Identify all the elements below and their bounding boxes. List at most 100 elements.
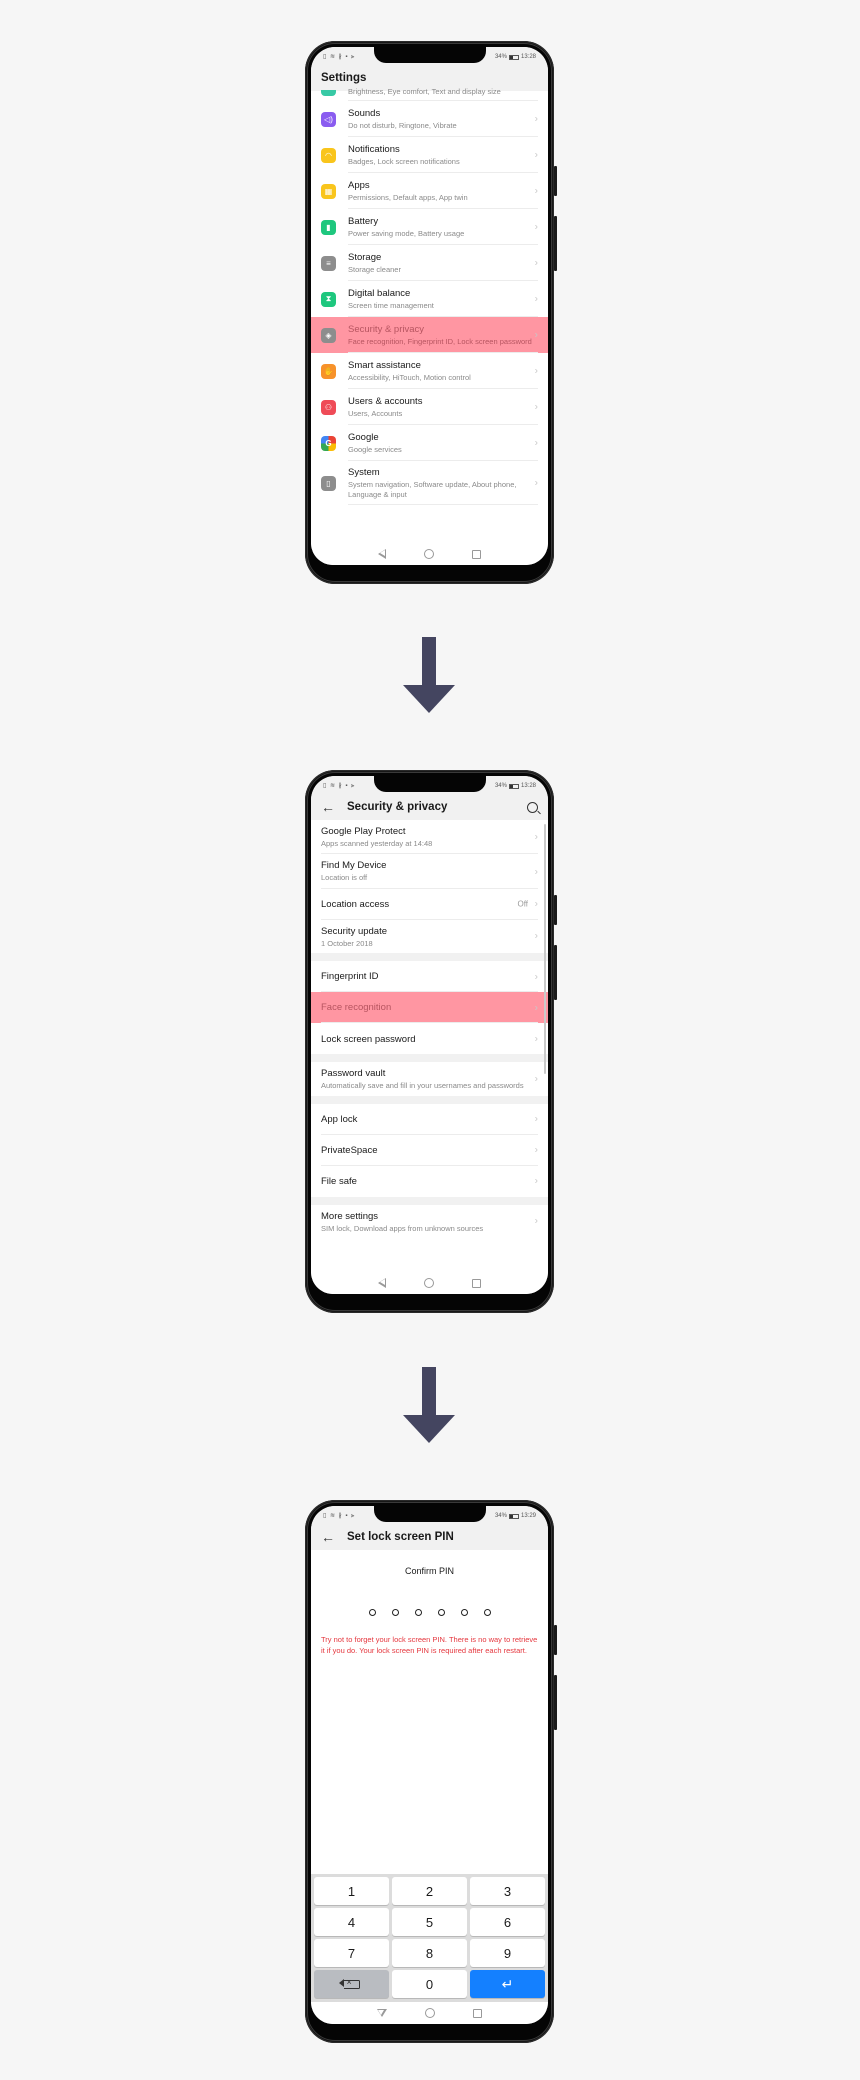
settings-item-security-privacy[interactable]: ◈ Security & privacy Face recognition, Fin… xyxy=(311,317,548,354)
key-8[interactable]: 8 xyxy=(392,1939,467,1967)
pin-dot xyxy=(391,1609,399,1616)
shield-icon: ◈ xyxy=(321,327,336,343)
settings-item-text: Security & privacy Face recognition, Fing… xyxy=(348,318,538,353)
security-item-google-play-protect[interactable]: Google Play Protect Apps scanned yesterda… xyxy=(311,820,548,855)
power-button xyxy=(554,216,557,271)
chevron-right-icon: › xyxy=(534,185,538,197)
security-item-security-update[interactable]: Security update 1 October 2018 › xyxy=(311,920,548,953)
security-item-text: File safe xyxy=(321,1166,538,1197)
security-item-file-safe[interactable]: File safe › xyxy=(311,1166,548,1197)
status-icons: ▯ ≋ ∦ ▪ ⪢ xyxy=(323,783,356,789)
security-item-lock-screen-password[interactable]: Lock screen password › xyxy=(311,1023,548,1054)
security-item-face-recognition[interactable]: Face recognition › xyxy=(311,992,548,1024)
nav-recents-icon[interactable] xyxy=(472,549,481,559)
settings-item-digital-balance[interactable]: ⧗ Digital balance Screen time management › xyxy=(311,281,548,317)
numeric-keypad: 1 2 3 4 5 6 7 8 9 0 ↵ xyxy=(311,1874,548,2002)
security-item-title: Security update xyxy=(321,925,388,937)
key-label: 3 xyxy=(503,1883,512,1899)
key-6[interactable]: 6 xyxy=(470,1908,545,1936)
battery-icon xyxy=(508,1513,519,1519)
security-list[interactable]: Google Play Protect Apps scanned yesterda… xyxy=(311,820,548,1238)
security-item-title: More settings xyxy=(321,1210,379,1222)
security-item-text: More settings SIM lock, Download apps fro… xyxy=(321,1205,538,1238)
scrollbar[interactable] xyxy=(544,824,546,1074)
security-item-more-settings[interactable]: More settings SIM lock, Download apps fro… xyxy=(311,1205,548,1238)
hide-keyboard-icon[interactable] xyxy=(377,2009,387,2017)
settings-item-title: Smart assistance xyxy=(348,360,421,372)
chevron-right-icon: › xyxy=(534,1144,538,1156)
settings-list[interactable]: Brightness, Eye comfort, Text and displa… xyxy=(311,87,548,506)
back-arrow-icon[interactable]: ← xyxy=(321,799,335,815)
back-arrow-icon[interactable]: ← xyxy=(321,1529,335,1545)
settings-item-storage[interactable]: ≡ Storage Storage cleaner › xyxy=(311,245,548,281)
chevron-right-icon: › xyxy=(534,293,538,305)
security-item-find-my-device[interactable]: Find My Device Location is off › xyxy=(311,854,548,889)
nav-home-icon[interactable] xyxy=(424,1278,434,1288)
nav-recents-icon[interactable] xyxy=(472,1278,481,1288)
pin-dot xyxy=(414,1609,422,1616)
chevron-right-icon: › xyxy=(534,477,538,489)
key-5[interactable]: 5 xyxy=(392,1908,467,1936)
settings-item-title: Security & privacy xyxy=(348,324,425,336)
key-label: 7 xyxy=(347,1945,356,1961)
nav-back-icon[interactable] xyxy=(378,549,386,559)
settings-item-apps[interactable]: ▦ Apps Permissions, Default apps, App twin… xyxy=(311,173,548,209)
settings-item-text: Users & accounts Users, Accounts xyxy=(348,390,538,425)
page-title: Security & privacy xyxy=(347,801,448,813)
key-9[interactable]: 9 xyxy=(470,1939,545,1967)
pin-input[interactable] xyxy=(311,1609,548,1616)
delete-key[interactable] xyxy=(314,1970,389,1998)
settings-item-battery[interactable]: ▮ Battery Power saving mode, Battery usage… xyxy=(311,209,548,245)
security-item-location-access[interactable]: Location access Off › xyxy=(311,889,548,920)
pin-warning-text: Try not to forget your lock screen PIN. … xyxy=(321,1635,538,1655)
key-2[interactable]: 2 xyxy=(392,1877,467,1905)
pin-dot xyxy=(368,1609,376,1616)
nav-recents-icon[interactable] xyxy=(473,2008,482,2018)
pin-dot xyxy=(483,1609,491,1616)
security-item-password-vault[interactable]: Password vault Automatically save and fil… xyxy=(311,1062,548,1095)
settings-item-users-accounts[interactable]: ⚇ Users & accounts Users, Accounts › xyxy=(311,389,548,425)
google-icon: G xyxy=(321,435,336,451)
key-0[interactable]: 0 xyxy=(392,1970,467,1998)
pin-dot xyxy=(437,1609,445,1616)
security-item-subtitle: 1 October 2018 xyxy=(321,938,373,948)
section-divider xyxy=(311,953,548,962)
settings-item-sounds[interactable]: ◁) Sounds Do not disturb, Ringtone, Vibrat… xyxy=(311,101,548,137)
key-4[interactable]: 4 xyxy=(314,1908,389,1936)
chevron-right-icon: › xyxy=(534,113,538,125)
search-icon[interactable] xyxy=(527,801,538,813)
security-item-subtitle: Automatically save and fill in your user… xyxy=(321,1081,524,1091)
settings-item-subtitle: System navigation, Software update, Abou… xyxy=(348,480,517,499)
nav-home-icon[interactable] xyxy=(425,2008,435,2018)
chevron-right-icon: › xyxy=(534,1113,538,1125)
security-item-privatespace[interactable]: PrivateSpace › xyxy=(311,1135,548,1166)
enter-key[interactable]: ↵ xyxy=(470,1970,545,1998)
display-icon xyxy=(321,90,336,97)
settings-item-system[interactable]: ▯ System System navigation, Software updat… xyxy=(311,461,548,506)
key-7[interactable]: 7 xyxy=(314,1939,389,1967)
app-bar: ← Set lock screen PIN xyxy=(311,1524,548,1550)
key-3[interactable]: 3 xyxy=(470,1877,545,1905)
security-item-text: Location access xyxy=(321,889,538,920)
key-1[interactable]: 1 xyxy=(314,1877,389,1905)
battery-icon xyxy=(508,783,519,789)
settings-item-google[interactable]: G Google Google services › xyxy=(311,425,548,461)
bell-icon: ◠ xyxy=(321,147,336,163)
settings-item-notifications[interactable]: ◠ Notifications Badges, Lock screen notifi… xyxy=(311,137,548,173)
nav-back-icon[interactable] xyxy=(378,1278,386,1288)
settings-item-text: Sounds Do not disturb, Ringtone, Vibrate xyxy=(348,102,538,137)
security-item-app-lock[interactable]: App lock › xyxy=(311,1104,548,1135)
chevron-right-icon: › xyxy=(534,401,538,413)
backspace-icon xyxy=(338,1977,360,1989)
security-item-subtitle: Location is off xyxy=(321,873,368,883)
nav-bar xyxy=(311,1272,548,1294)
settings-item-smart-assistance[interactable]: ✋ Smart assistance Accessibility, HiTouch,… xyxy=(311,353,548,389)
security-item-fingerprint-id[interactable]: Fingerprint ID › xyxy=(311,961,548,993)
settings-item-title: Sounds xyxy=(348,108,381,120)
enter-icon: ↵ xyxy=(501,1976,514,1992)
chevron-right-icon: › xyxy=(534,898,538,910)
nav-home-icon[interactable] xyxy=(424,549,434,559)
settings-item-display[interactable]: Brightness, Eye comfort, Text and displa… xyxy=(311,87,548,102)
chevron-right-icon: › xyxy=(534,971,538,983)
app-bar: ← Security & privacy xyxy=(311,794,548,820)
